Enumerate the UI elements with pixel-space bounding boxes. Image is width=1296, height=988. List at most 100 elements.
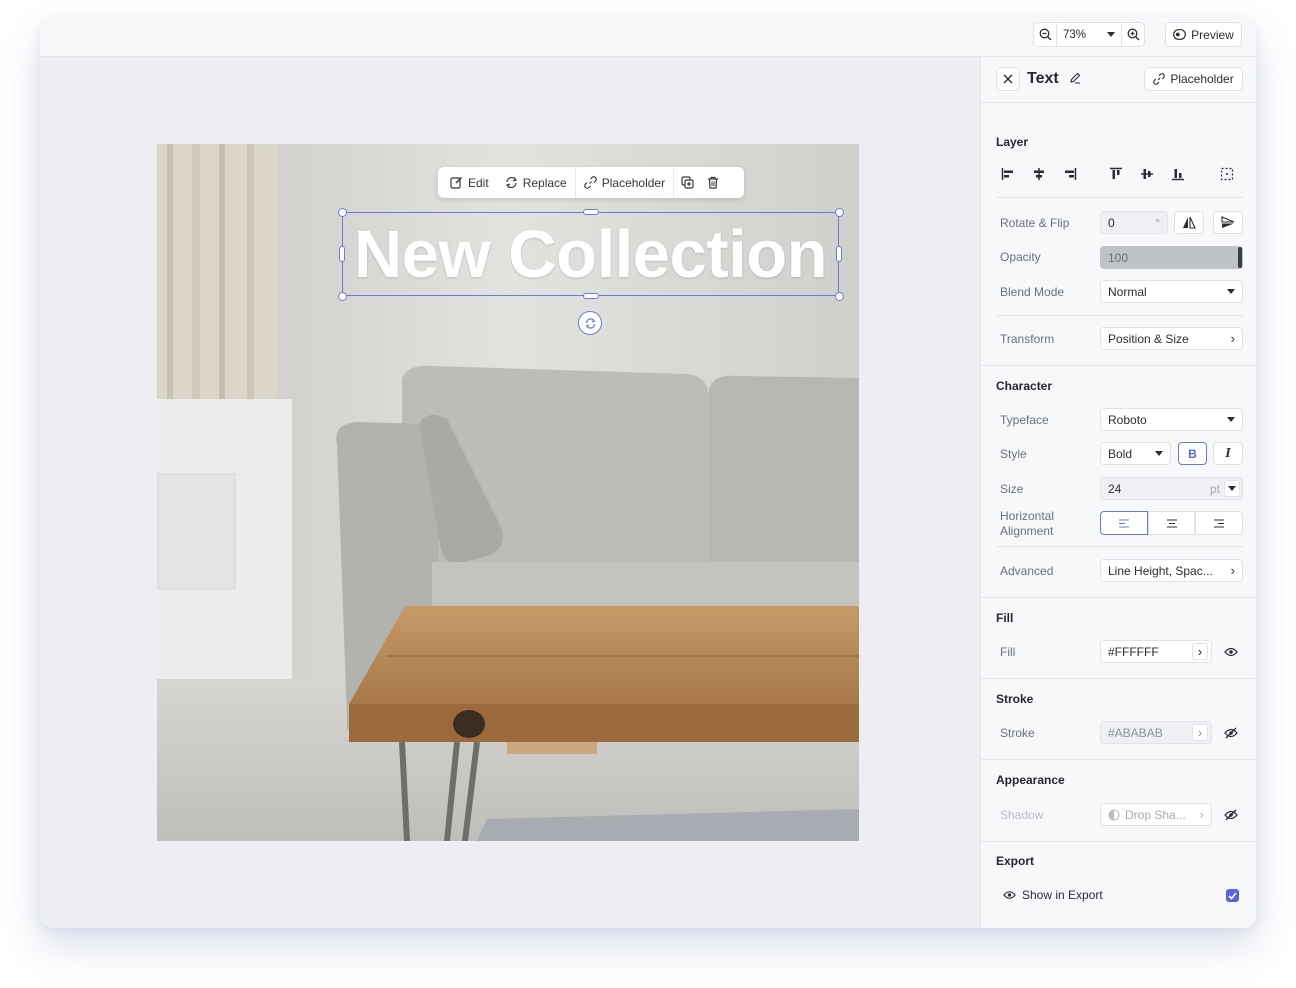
fill-visibility-toggle[interactable] bbox=[1222, 645, 1240, 659]
resize-handle-top-left[interactable] bbox=[337, 207, 347, 217]
chevron-right-icon: › bbox=[1197, 644, 1203, 659]
fill-expand-button[interactable]: › bbox=[1192, 643, 1208, 660]
size-label: Size bbox=[1000, 482, 1024, 496]
fill-color-field[interactable]: #FFFFFF › bbox=[1100, 640, 1212, 663]
align-center-h-button[interactable] bbox=[1030, 165, 1048, 183]
opacity-slider-handle[interactable] bbox=[1238, 247, 1242, 268]
headline-text[interactable]: New Collection bbox=[343, 213, 838, 295]
fill-color-value: #FFFFFF bbox=[1108, 644, 1159, 659]
flip-horizontal-button[interactable] bbox=[1174, 211, 1204, 234]
panel-header: Text Placeholder bbox=[981, 57, 1256, 103]
resize-handle-bottom-left[interactable] bbox=[337, 291, 347, 301]
text-selection-box[interactable]: New Collection bbox=[337, 207, 844, 301]
shadow-icon bbox=[1108, 808, 1120, 821]
section-divider bbox=[981, 365, 1256, 366]
top-bar: 73% Preview bbox=[40, 18, 1256, 57]
text-align-group bbox=[1100, 511, 1244, 535]
align-left-button[interactable] bbox=[999, 165, 1017, 183]
divider bbox=[996, 197, 1243, 198]
text-align-center-button[interactable] bbox=[1147, 511, 1196, 535]
size-unit: pt bbox=[1209, 481, 1220, 496]
blend-mode-select[interactable]: Normal bbox=[1100, 280, 1243, 303]
stroke-expand-button[interactable]: › bbox=[1192, 724, 1208, 741]
rename-pencil-icon[interactable] bbox=[1069, 72, 1081, 84]
close-icon bbox=[1003, 74, 1013, 84]
rotate-input[interactable]: 0 ° bbox=[1100, 211, 1168, 234]
rotate-icon bbox=[585, 317, 595, 329]
advanced-value: Line Height, Spac... bbox=[1108, 563, 1213, 578]
section-divider bbox=[981, 678, 1256, 679]
duplicate-icon bbox=[680, 176, 694, 189]
edit-label: Edit bbox=[468, 175, 489, 190]
text-align-left-button[interactable] bbox=[1100, 511, 1148, 535]
shadow-visibility-toggle[interactable] bbox=[1222, 808, 1240, 822]
rotate-handle[interactable] bbox=[578, 311, 602, 335]
resize-handle-bottom[interactable] bbox=[583, 293, 599, 299]
distribute-button[interactable] bbox=[1218, 165, 1236, 183]
align-right-button[interactable] bbox=[1061, 165, 1079, 183]
chevron-right-icon: › bbox=[1230, 563, 1235, 578]
section-divider bbox=[981, 597, 1256, 598]
resize-handle-right[interactable] bbox=[836, 246, 842, 262]
align-top-button[interactable] bbox=[1107, 165, 1125, 183]
zoom-select[interactable]: 73% bbox=[1056, 23, 1122, 46]
delete-button[interactable] bbox=[700, 167, 726, 198]
size-dropdown-button[interactable] bbox=[1224, 480, 1240, 497]
style-select[interactable]: Bold bbox=[1100, 442, 1171, 465]
show-in-export-row: Show in Export bbox=[1003, 888, 1103, 902]
text-align-center-icon bbox=[1166, 519, 1177, 527]
zoom-control: 73% bbox=[1033, 22, 1145, 47]
align-middle-v-button[interactable] bbox=[1138, 165, 1156, 183]
eye-icon bbox=[1003, 891, 1016, 899]
canvas-area[interactable]: Edit Replace Placeholder New Collection bbox=[40, 57, 980, 928]
shadow-field[interactable]: Drop Sha... › bbox=[1100, 803, 1212, 826]
resize-handle-left[interactable] bbox=[339, 246, 345, 262]
align-bottom-button[interactable] bbox=[1169, 165, 1187, 183]
advanced-button[interactable]: Line Height, Spac... › bbox=[1100, 559, 1243, 582]
placeholder-panel-button[interactable]: Placeholder bbox=[1144, 67, 1243, 91]
close-panel-button[interactable] bbox=[996, 67, 1020, 91]
section-divider bbox=[981, 759, 1256, 760]
chevron-down-icon bbox=[1107, 32, 1115, 37]
replace-icon bbox=[505, 176, 517, 189]
zoom-out-button[interactable] bbox=[1034, 23, 1056, 46]
opacity-value: 100 bbox=[1108, 250, 1129, 265]
resize-handle-bottom-right[interactable] bbox=[834, 291, 844, 301]
stroke-color-value: #ABABAB bbox=[1108, 725, 1163, 740]
opacity-slider[interactable]: 100 bbox=[1100, 246, 1243, 269]
duplicate-button[interactable] bbox=[674, 167, 700, 198]
transform-button[interactable]: Position & Size › bbox=[1100, 327, 1243, 350]
align-left-icon bbox=[1001, 168, 1013, 180]
edit-icon bbox=[450, 177, 462, 189]
eye-off-icon bbox=[1224, 727, 1238, 739]
placeholder-button[interactable]: Placeholder bbox=[576, 167, 673, 198]
appearance-section-title: Appearance bbox=[996, 773, 1065, 787]
italic-toggle[interactable]: I bbox=[1213, 442, 1243, 465]
horizontal-alignment-label-line2: Alignment bbox=[1000, 524, 1054, 538]
zoom-in-button[interactable] bbox=[1122, 23, 1144, 46]
align-toolbar bbox=[996, 165, 1243, 183]
shadow-label: Shadow bbox=[1000, 808, 1044, 822]
chevron-right-icon: › bbox=[1199, 807, 1204, 822]
resize-handle-top[interactable] bbox=[583, 209, 599, 215]
preview-button[interactable]: Preview bbox=[1165, 22, 1242, 47]
style-label: Style bbox=[1000, 447, 1027, 461]
resize-handle-top-right[interactable] bbox=[834, 207, 844, 217]
replace-button[interactable]: Replace bbox=[497, 167, 575, 198]
size-input[interactable]: 24 pt bbox=[1100, 477, 1243, 500]
stroke-color-field[interactable]: #ABABAB › bbox=[1100, 721, 1212, 744]
element-toolbar: Edit Replace Placeholder bbox=[438, 167, 744, 198]
flip-vertical-button[interactable] bbox=[1213, 211, 1243, 234]
eye-icon bbox=[1224, 647, 1238, 657]
check-icon bbox=[1228, 891, 1237, 900]
bold-toggle[interactable]: B bbox=[1178, 442, 1207, 465]
align-center-h-icon bbox=[1034, 168, 1044, 180]
show-in-export-checkbox[interactable] bbox=[1226, 889, 1239, 902]
placeholder-panel-label: Placeholder bbox=[1170, 72, 1234, 86]
edit-button[interactable]: Edit bbox=[442, 167, 497, 198]
stroke-visibility-toggle[interactable] bbox=[1222, 726, 1240, 740]
advanced-label: Advanced bbox=[1000, 564, 1054, 578]
typeface-select[interactable]: Roboto bbox=[1100, 408, 1243, 431]
size-unit-group: pt bbox=[1210, 480, 1240, 497]
text-align-right-button[interactable] bbox=[1195, 511, 1244, 535]
